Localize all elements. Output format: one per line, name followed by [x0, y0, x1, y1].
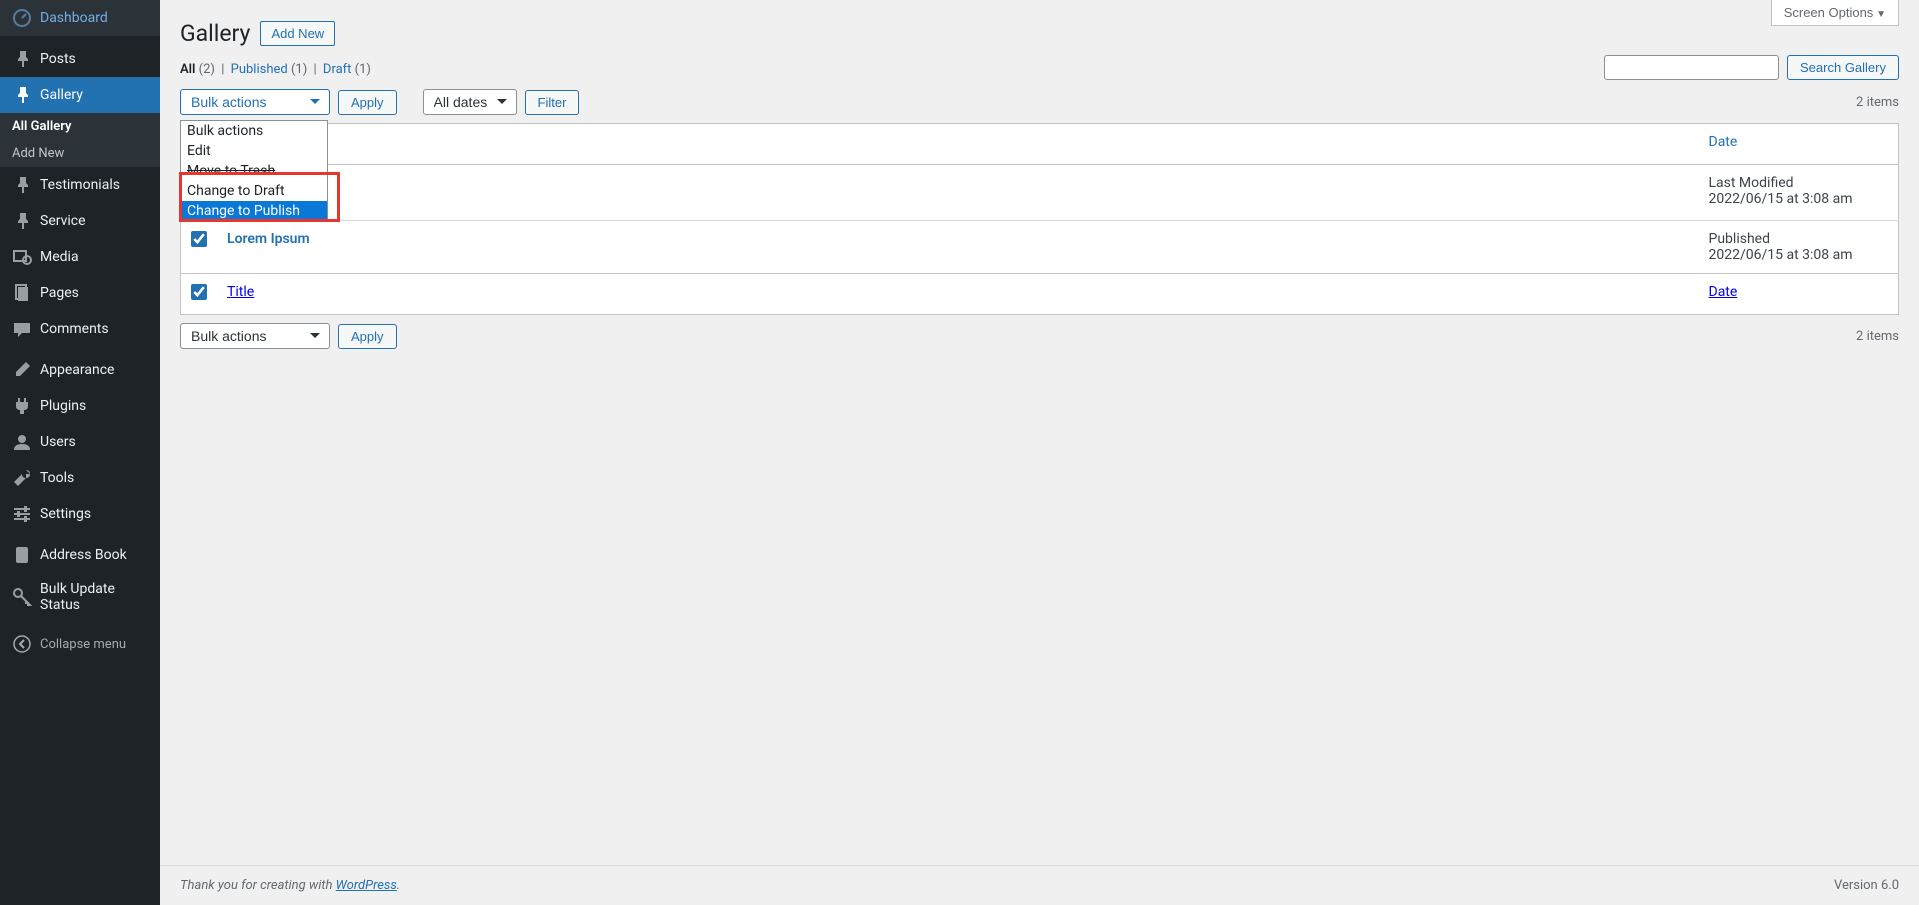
- sidebar-label: Users: [40, 434, 76, 450]
- col-title-footer[interactable]: Title: [227, 284, 254, 300]
- sidebar-label: Bulk Update Status: [40, 581, 152, 613]
- plug-icon: [12, 396, 32, 416]
- sliders-icon: [12, 504, 32, 524]
- page-title: Gallery: [180, 20, 250, 47]
- sidebar-item-pages[interactable]: Pages: [0, 275, 160, 311]
- sidebar-item-address-book[interactable]: Address Book: [0, 537, 160, 573]
- pages-icon: [12, 283, 32, 303]
- bulk-actions-select-top[interactable]: Bulk actions: [180, 89, 330, 115]
- pin-icon: [12, 85, 32, 105]
- apply-button-bottom[interactable]: Apply: [338, 324, 397, 349]
- sidebar-item-plugins[interactable]: Plugins: [0, 388, 160, 424]
- wordpress-link[interactable]: WordPress: [336, 878, 397, 893]
- sidebar-item-service[interactable]: Service: [0, 203, 160, 239]
- wrench-icon: [12, 468, 32, 488]
- sidebar-sub-add-new[interactable]: Add New: [0, 140, 160, 167]
- pin-icon: [12, 175, 32, 195]
- search-gallery-button[interactable]: Search Gallery: [1787, 55, 1899, 80]
- collapse-icon: [12, 634, 32, 654]
- admin-sidebar: Dashboard Posts Gallery All Gallery Add …: [0, 0, 160, 905]
- sidebar-label: Posts: [40, 51, 76, 67]
- sidebar-item-media[interactable]: Media: [0, 239, 160, 275]
- main-content: Screen Options Gallery Add New Search Ga…: [160, 0, 1919, 905]
- sidebar-label: Comments: [40, 321, 109, 337]
- book-icon: [12, 545, 32, 565]
- items-count-bottom: 2 items: [1856, 329, 1899, 344]
- sidebar-item-appearance[interactable]: Appearance: [0, 352, 160, 388]
- bulk-opt-change-to-draft[interactable]: Change to Draft: [181, 181, 327, 201]
- sidebar-label: Testimonials: [40, 177, 120, 193]
- admin-footer: Thank you for creating with WordPress. V…: [160, 865, 1919, 905]
- sidebar-label: Service: [40, 213, 86, 229]
- sidebar-item-tools[interactable]: Tools: [0, 460, 160, 496]
- collapse-menu[interactable]: Collapse menu: [0, 626, 160, 662]
- add-new-button[interactable]: Add New: [260, 21, 335, 46]
- row-checkbox[interactable]: [191, 231, 207, 247]
- sidebar-label: Gallery: [40, 87, 83, 103]
- apply-button-top[interactable]: Apply: [338, 90, 397, 115]
- sidebar-item-posts[interactable]: Posts: [0, 41, 160, 77]
- pin-icon: [12, 211, 32, 231]
- posts-table: Title Date Draft rash | Preview Last Mod…: [180, 123, 1899, 315]
- user-icon: [12, 432, 32, 452]
- bulk-opt-change-to-publish[interactable]: Change to Publish: [181, 201, 327, 221]
- row-actions: rash | Preview: [227, 195, 1689, 210]
- bulk-actions-dropdown: Bulk actions Edit Move to Trash Change t…: [180, 120, 328, 222]
- row-date-timestamp: 2022/06/15 at 3:08 am: [1709, 247, 1889, 263]
- sidebar-label: Dashboard: [40, 10, 108, 26]
- table-row: Lorem Ipsum Published 2022/06/15 at 3:08…: [181, 221, 1899, 274]
- sidebar-label: Address Book: [40, 547, 127, 563]
- sidebar-item-dashboard[interactable]: Dashboard: [0, 0, 160, 36]
- col-date-footer[interactable]: Date: [1709, 284, 1738, 300]
- sidebar-label: Tools: [40, 470, 74, 486]
- dashboard-icon: [12, 8, 32, 28]
- filter-draft[interactable]: Draft (1): [323, 62, 371, 77]
- sidebar-label: Pages: [40, 285, 79, 301]
- bulk-opt-move-to-trash[interactable]: Move to Trash: [181, 161, 327, 181]
- sidebar-label: Appearance: [40, 362, 114, 378]
- key-icon: [12, 587, 32, 607]
- col-date-header[interactable]: Date: [1709, 134, 1738, 150]
- pin-icon: [12, 49, 32, 69]
- filter-published[interactable]: Published (1): [231, 62, 308, 77]
- bulk-opt-edit[interactable]: Edit: [181, 141, 327, 161]
- screen-options-button[interactable]: Screen Options: [1771, 0, 1899, 26]
- brush-icon: [12, 360, 32, 380]
- sidebar-submenu-gallery: All Gallery Add New: [0, 113, 160, 167]
- date-filter-select[interactable]: All dates: [423, 89, 517, 115]
- sidebar-item-bulk-update-status[interactable]: Bulk Update Status: [0, 573, 160, 621]
- search-input[interactable]: [1604, 55, 1779, 80]
- table-row: Draft rash | Preview Last Modified 2022/…: [181, 165, 1899, 221]
- comment-icon: [12, 319, 32, 339]
- row-date-timestamp: 2022/06/15 at 3:08 am: [1709, 191, 1889, 207]
- sidebar-label: Media: [40, 249, 79, 265]
- bulk-opt-bulk-actions[interactable]: Bulk actions: [181, 121, 327, 141]
- filter-button[interactable]: Filter: [525, 90, 580, 115]
- sidebar-label: Plugins: [40, 398, 86, 414]
- sidebar-item-settings[interactable]: Settings: [0, 496, 160, 532]
- sidebar-item-comments[interactable]: Comments: [0, 311, 160, 347]
- row-date-status: Published: [1709, 231, 1889, 247]
- version-text: Version 6.0: [1834, 878, 1899, 893]
- media-icon: [12, 247, 32, 267]
- sidebar-item-gallery[interactable]: Gallery: [0, 77, 160, 113]
- sidebar-item-testimonials[interactable]: Testimonials: [0, 167, 160, 203]
- row-date-status: Last Modified: [1709, 175, 1889, 191]
- row-title-link[interactable]: Lorem Ipsum: [227, 231, 310, 247]
- select-all-checkbox-bottom[interactable]: [191, 284, 207, 300]
- sidebar-sub-all-gallery[interactable]: All Gallery: [0, 113, 160, 140]
- bulk-actions-select-bottom[interactable]: Bulk actions: [180, 323, 330, 349]
- sidebar-item-users[interactable]: Users: [0, 424, 160, 460]
- items-count-top: 2 items: [1856, 95, 1899, 110]
- filter-all[interactable]: All: [180, 62, 195, 77]
- sidebar-label: Settings: [40, 506, 91, 522]
